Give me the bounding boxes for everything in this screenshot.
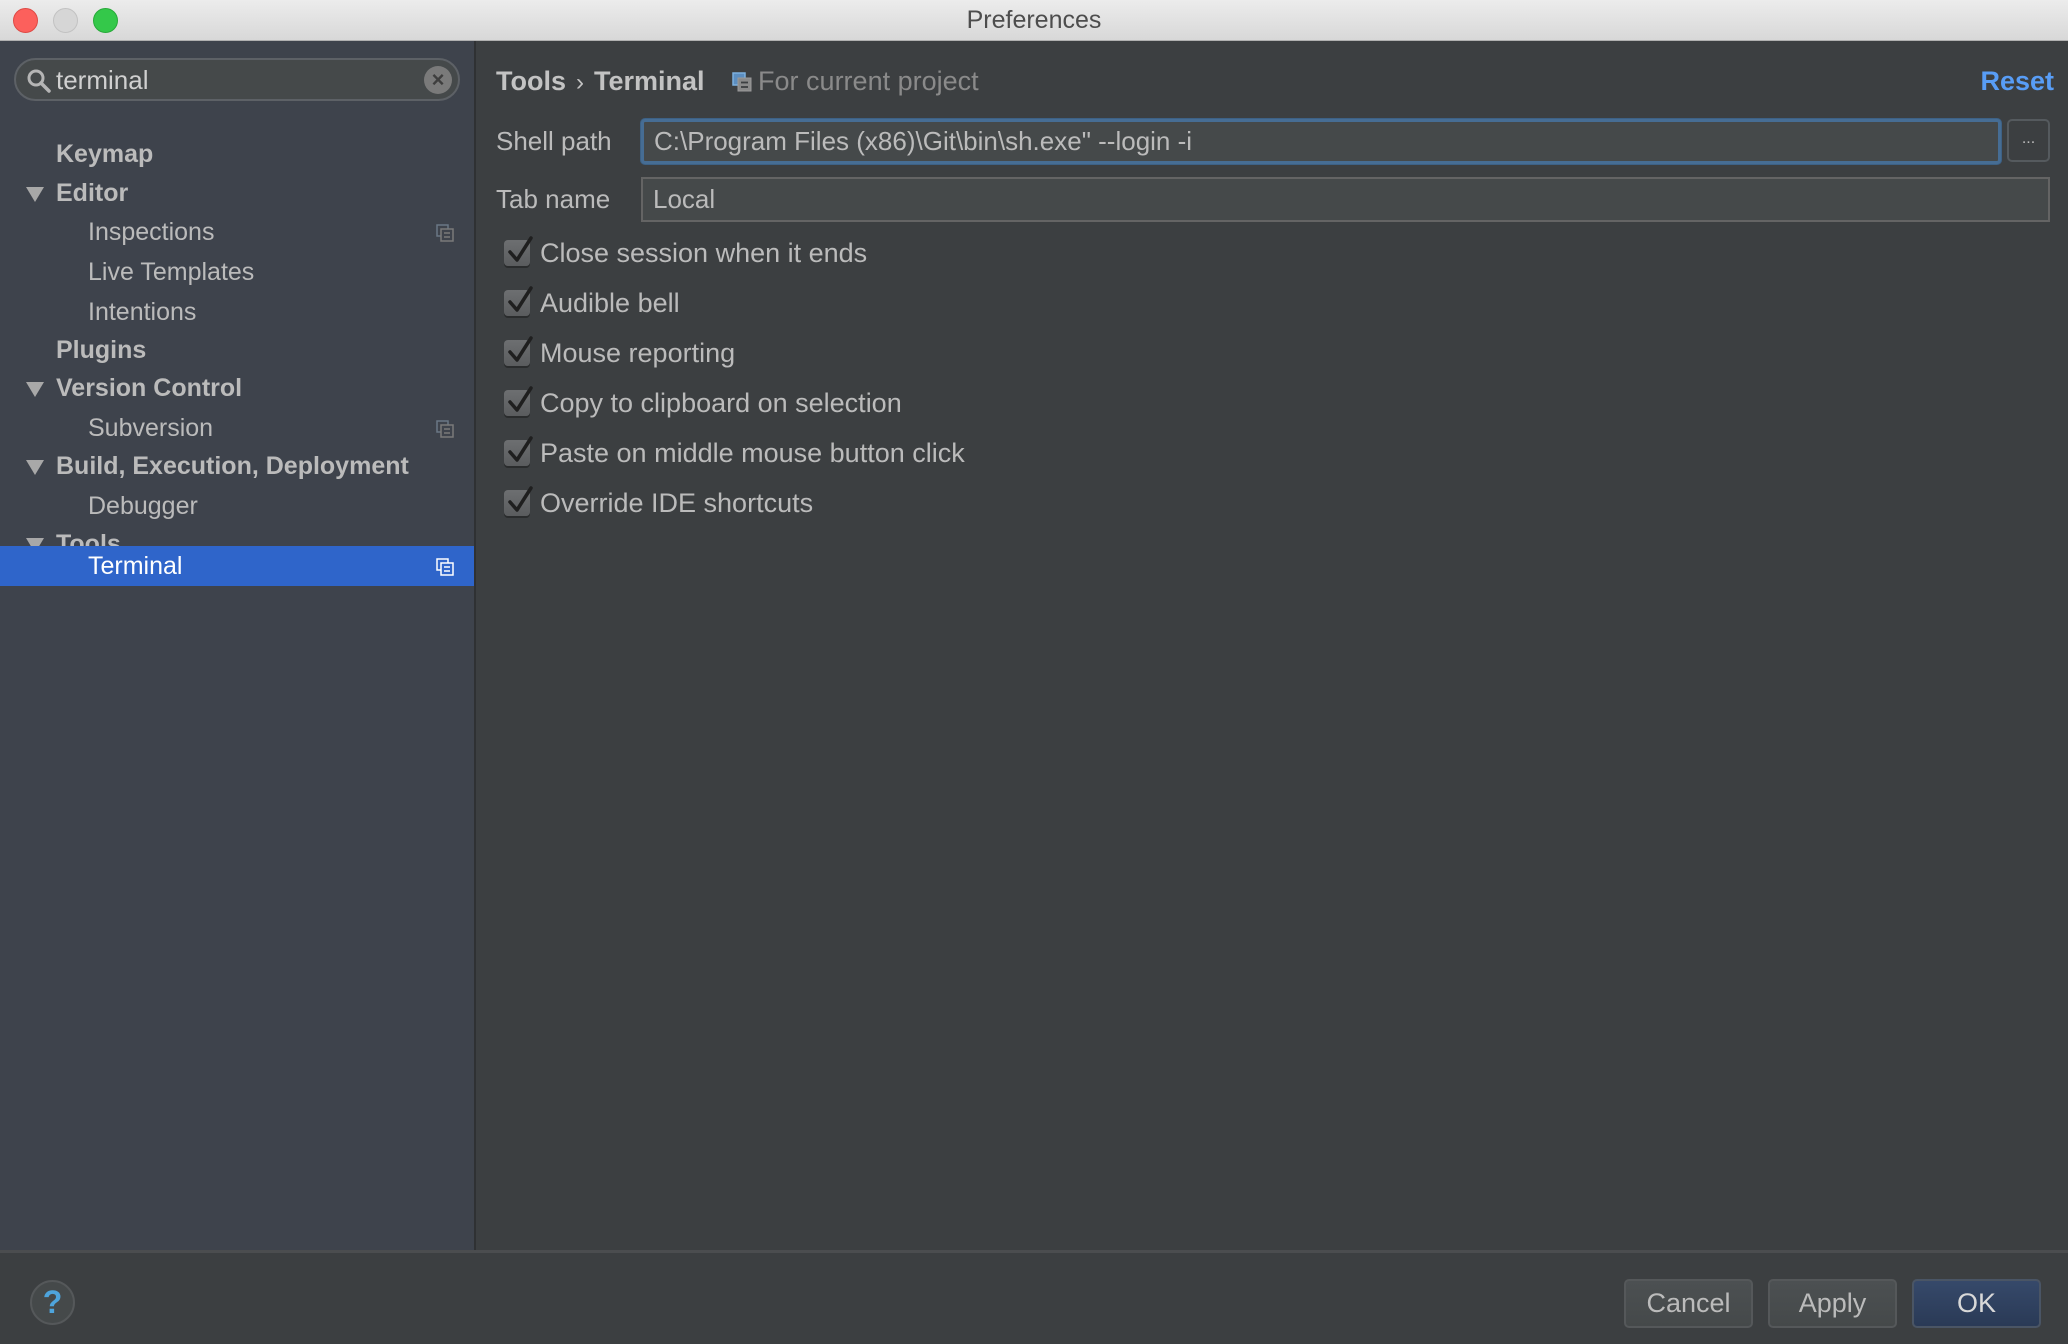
checkbox-label: Paste on middle mouse button click [540, 438, 965, 468]
sidebar-item-label: Terminal [88, 552, 183, 580]
project-scope-icon [732, 72, 752, 92]
sidebar-item-label: Build, Execution, Deployment [56, 452, 409, 480]
sidebar-item-label: Live Templates [88, 258, 255, 286]
breadcrumb-current: Terminal [594, 66, 705, 96]
sidebar-item-editor[interactable]: Editor [0, 173, 474, 213]
reset-link[interactable]: Reset [1980, 63, 2054, 99]
expand-arrow-icon[interactable] [26, 187, 44, 202]
checkbox-checked-icon[interactable] [504, 486, 533, 516]
ok-button[interactable]: OK [1912, 1279, 2041, 1328]
project-scope-icon [436, 558, 454, 576]
sidebar-item-intentions[interactable]: Intentions [0, 292, 474, 332]
checkbox-label: Mouse reporting [540, 338, 736, 368]
settings-sidebar: × Keymap Editor Inspections Live Templat… [0, 41, 474, 1252]
sidebar-item-label: Intentions [88, 298, 197, 326]
expand-arrow-icon[interactable] [26, 460, 44, 475]
sidebar-item-label: Editor [56, 179, 129, 207]
sidebar-item-debugger[interactable]: Debugger [0, 486, 474, 526]
scope-label: For current project [758, 66, 979, 96]
project-scope-icon [436, 420, 454, 438]
checkbox-checked-icon[interactable] [504, 436, 533, 466]
tab-name-input[interactable] [641, 177, 2050, 222]
tab-name-label: Tab name [496, 184, 611, 214]
window-title: Preferences [966, 6, 1102, 34]
search-icon [27, 69, 51, 93]
help-icon[interactable]: ? [30, 1280, 75, 1325]
sidebar-item-subversion[interactable]: Subversion [0, 408, 474, 448]
shell-path-input[interactable] [641, 119, 2001, 164]
checkbox-checked-icon[interactable] [504, 286, 533, 316]
breadcrumb: Tools › Terminal For current project [496, 63, 979, 99]
sidebar-item-label: Subversion [88, 414, 214, 442]
sidebar-item-terminal[interactable]: Terminal [0, 546, 474, 586]
sidebar-item-plugins[interactable]: Plugins [0, 330, 474, 370]
checkbox-label: Close session when it ends [540, 238, 868, 268]
checkbox-checked-icon[interactable] [504, 336, 533, 366]
checkbox-label: Copy to clipboard on selection [540, 388, 902, 418]
title-bar: Preferences [0, 0, 2068, 41]
sidebar-item-label: Debugger [88, 492, 198, 520]
clear-search-icon[interactable]: × [424, 66, 452, 94]
search-input[interactable] [56, 63, 426, 97]
settings-search[interactable]: × [14, 58, 460, 101]
breadcrumb-separator: › [576, 69, 584, 96]
sidebar-item-version-control[interactable]: Version Control [0, 368, 474, 408]
expand-arrow-icon[interactable] [26, 382, 44, 397]
sidebar-item-build-execution-deployment[interactable]: Build, Execution, Deployment [0, 446, 474, 486]
sidebar-item-keymap[interactable]: Keymap [0, 134, 474, 174]
checkbox-checked-icon[interactable] [504, 386, 533, 416]
checkbox-label: Audible bell [540, 288, 680, 318]
project-scope-icon [436, 224, 454, 242]
shell-path-label: Shell path [496, 126, 612, 156]
sidebar-item-label: Plugins [56, 336, 147, 364]
sidebar-item-label: Inspections [88, 218, 215, 246]
sidebar-item-live-templates[interactable]: Live Templates [0, 252, 474, 292]
cancel-button[interactable]: Cancel [1624, 1279, 1753, 1328]
sidebar-item-label: Version Control [56, 374, 243, 402]
apply-button[interactable]: Apply [1768, 1279, 1897, 1328]
checkbox-label: Override IDE shortcuts [540, 488, 814, 518]
breadcrumb-parent: Tools [496, 66, 566, 96]
dialog-footer: ? Cancel Apply OK [0, 1250, 2068, 1344]
settings-panel: Tools › Terminal For current project Reset… [476, 41, 2068, 1252]
sidebar-item-inspections[interactable]: Inspections [0, 212, 474, 252]
checkbox-checked-icon[interactable] [504, 236, 533, 266]
browse-shell-button[interactable]: ... [2007, 119, 2050, 162]
sidebar-item-label: Keymap [56, 140, 154, 168]
